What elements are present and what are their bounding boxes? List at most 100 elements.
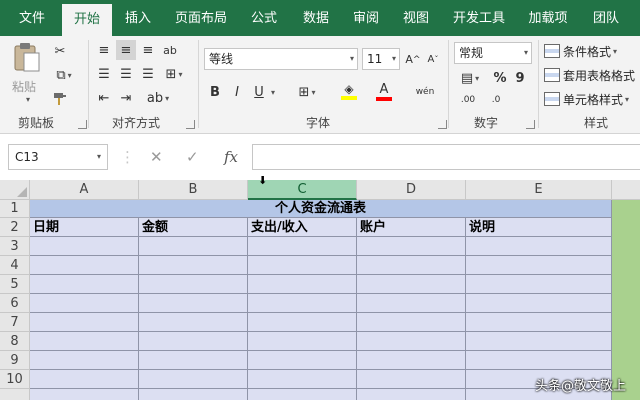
fill-color-icon[interactable]: ◈	[334, 80, 364, 102]
table-cell[interactable]	[466, 275, 612, 294]
header-cell-amount[interactable]: 金额	[139, 218, 248, 237]
column-header-a[interactable]: A	[30, 180, 139, 200]
copy-icon[interactable]: ⧉ ▾	[50, 66, 78, 84]
table-cell[interactable]	[466, 237, 612, 256]
row-header-10[interactable]: 10	[0, 370, 30, 389]
merge-center-icon[interactable]: ⊞ ▾	[160, 64, 188, 84]
font-name-select[interactable]: 等线 ▾	[204, 48, 358, 70]
table-cell[interactable]	[466, 313, 612, 332]
insert-function-icon[interactable]: fx	[224, 144, 238, 170]
select-all-button[interactable]	[0, 180, 30, 200]
tab-developer[interactable]: 开发工具	[446, 0, 512, 36]
table-cell[interactable]	[139, 237, 248, 256]
table-cell[interactable]	[30, 275, 139, 294]
row-header-3[interactable]: 3	[0, 237, 30, 256]
cancel-icon[interactable]: ✕	[150, 144, 163, 170]
table-cell[interactable]	[30, 370, 139, 389]
table-cell[interactable]	[357, 256, 466, 275]
table-cell[interactable]	[248, 332, 357, 351]
table-cell[interactable]	[139, 389, 248, 400]
table-cell[interactable]	[30, 256, 139, 275]
tab-data[interactable]: 数据	[294, 0, 338, 36]
name-box[interactable]: C13 ▾	[8, 144, 108, 170]
borders-icon[interactable]: ⊞ ▾	[292, 82, 322, 102]
align-left-icon[interactable]: ☰	[94, 64, 114, 84]
font-size-select[interactable]: 11 ▾	[362, 48, 400, 70]
table-cell[interactable]	[357, 275, 466, 294]
format-as-table-button[interactable]: 套用表格格式	[544, 64, 635, 86]
number-launcher-icon[interactable]	[526, 120, 535, 129]
font-color-icon[interactable]: A	[370, 80, 398, 102]
format-painter-icon[interactable]	[50, 90, 70, 108]
row-header-7[interactable]: 7	[0, 313, 30, 332]
table-cell[interactable]	[357, 294, 466, 313]
header-cell-date[interactable]: 日期	[30, 218, 139, 237]
formula-input[interactable]	[252, 144, 640, 170]
table-cell[interactable]	[248, 351, 357, 370]
tab-formulas[interactable]: 公式	[240, 0, 288, 36]
tab-home[interactable]: 开始	[62, 4, 112, 36]
table-cell[interactable]	[357, 332, 466, 351]
comma-style-button[interactable]: 9	[512, 68, 528, 88]
row-header-5[interactable]: 5	[0, 275, 30, 294]
table-cell[interactable]	[248, 275, 357, 294]
row-header-2[interactable]: 2	[0, 218, 30, 237]
header-cell-type[interactable]: 支出/收入	[248, 218, 357, 237]
table-cell[interactable]	[466, 351, 612, 370]
decrease-indent-icon[interactable]: ⇤	[94, 88, 114, 108]
column-header-b[interactable]: B	[139, 180, 248, 200]
table-cell[interactable]	[30, 332, 139, 351]
table-cell[interactable]	[357, 389, 466, 400]
row-header-6[interactable]: 6	[0, 294, 30, 313]
header-cell-account[interactable]: 账户	[357, 218, 466, 237]
cut-icon[interactable]: ✂	[50, 42, 70, 60]
table-cell[interactable]	[139, 332, 248, 351]
decrease-decimal-icon[interactable]: .0	[484, 90, 508, 110]
number-format-select[interactable]: 常规 ▾	[454, 42, 532, 64]
italic-button[interactable]: I	[228, 82, 246, 102]
bold-button[interactable]: B	[206, 82, 224, 102]
chevron-down-icon[interactable]: ▾	[22, 94, 32, 104]
cell-styles-button[interactable]: 单元格样式 ▾	[544, 88, 629, 110]
increase-decimal-icon[interactable]: .00	[456, 90, 480, 110]
table-cell[interactable]	[248, 370, 357, 389]
row-header-1[interactable]: 1	[0, 200, 30, 218]
tab-page-layout[interactable]: 页面布局	[168, 0, 234, 36]
align-center-icon[interactable]: ☰	[116, 64, 136, 84]
table-cell[interactable]	[139, 313, 248, 332]
phonetic-guide-icon[interactable]: wén	[412, 80, 438, 104]
column-header-f[interactable]	[612, 180, 640, 200]
table-cell[interactable]	[466, 332, 612, 351]
table-cell[interactable]	[30, 351, 139, 370]
align-right-icon[interactable]: ☰	[138, 64, 158, 84]
drag-handle-icon[interactable]: ⋮	[120, 144, 135, 170]
wrap-text-icon[interactable]: ab	[160, 40, 180, 60]
table-cell[interactable]	[248, 294, 357, 313]
table-cell[interactable]	[248, 389, 357, 400]
header-cell-notes[interactable]: 说明	[466, 218, 612, 237]
row-header-partial[interactable]	[0, 389, 30, 400]
table-cell[interactable]	[357, 237, 466, 256]
tab-insert[interactable]: 插入	[116, 0, 160, 36]
tab-file[interactable]: 文件	[6, 0, 58, 36]
align-bottom-icon[interactable]: ≡	[138, 40, 158, 60]
table-cell[interactable]	[466, 294, 612, 313]
table-cell[interactable]	[139, 294, 248, 313]
table-cell[interactable]	[30, 294, 139, 313]
table-cell[interactable]	[248, 237, 357, 256]
alignment-launcher-icon[interactable]	[186, 120, 195, 129]
table-cell[interactable]	[357, 313, 466, 332]
column-header-e[interactable]: E	[466, 180, 612, 200]
table-cell[interactable]	[139, 370, 248, 389]
tab-review[interactable]: 审阅	[344, 0, 388, 36]
table-cell[interactable]	[357, 351, 466, 370]
align-middle-icon[interactable]: ≡	[116, 40, 136, 60]
table-cell[interactable]	[30, 313, 139, 332]
decrease-font-icon[interactable]: Aˇ	[424, 50, 442, 68]
table-cell[interactable]	[139, 275, 248, 294]
tab-team[interactable]: 团队	[584, 0, 628, 36]
increase-font-icon[interactable]: A ^	[404, 50, 422, 68]
table-cell[interactable]	[30, 389, 139, 400]
enter-icon[interactable]: ✓	[186, 144, 199, 170]
tab-addins[interactable]: 加载项	[520, 0, 576, 36]
